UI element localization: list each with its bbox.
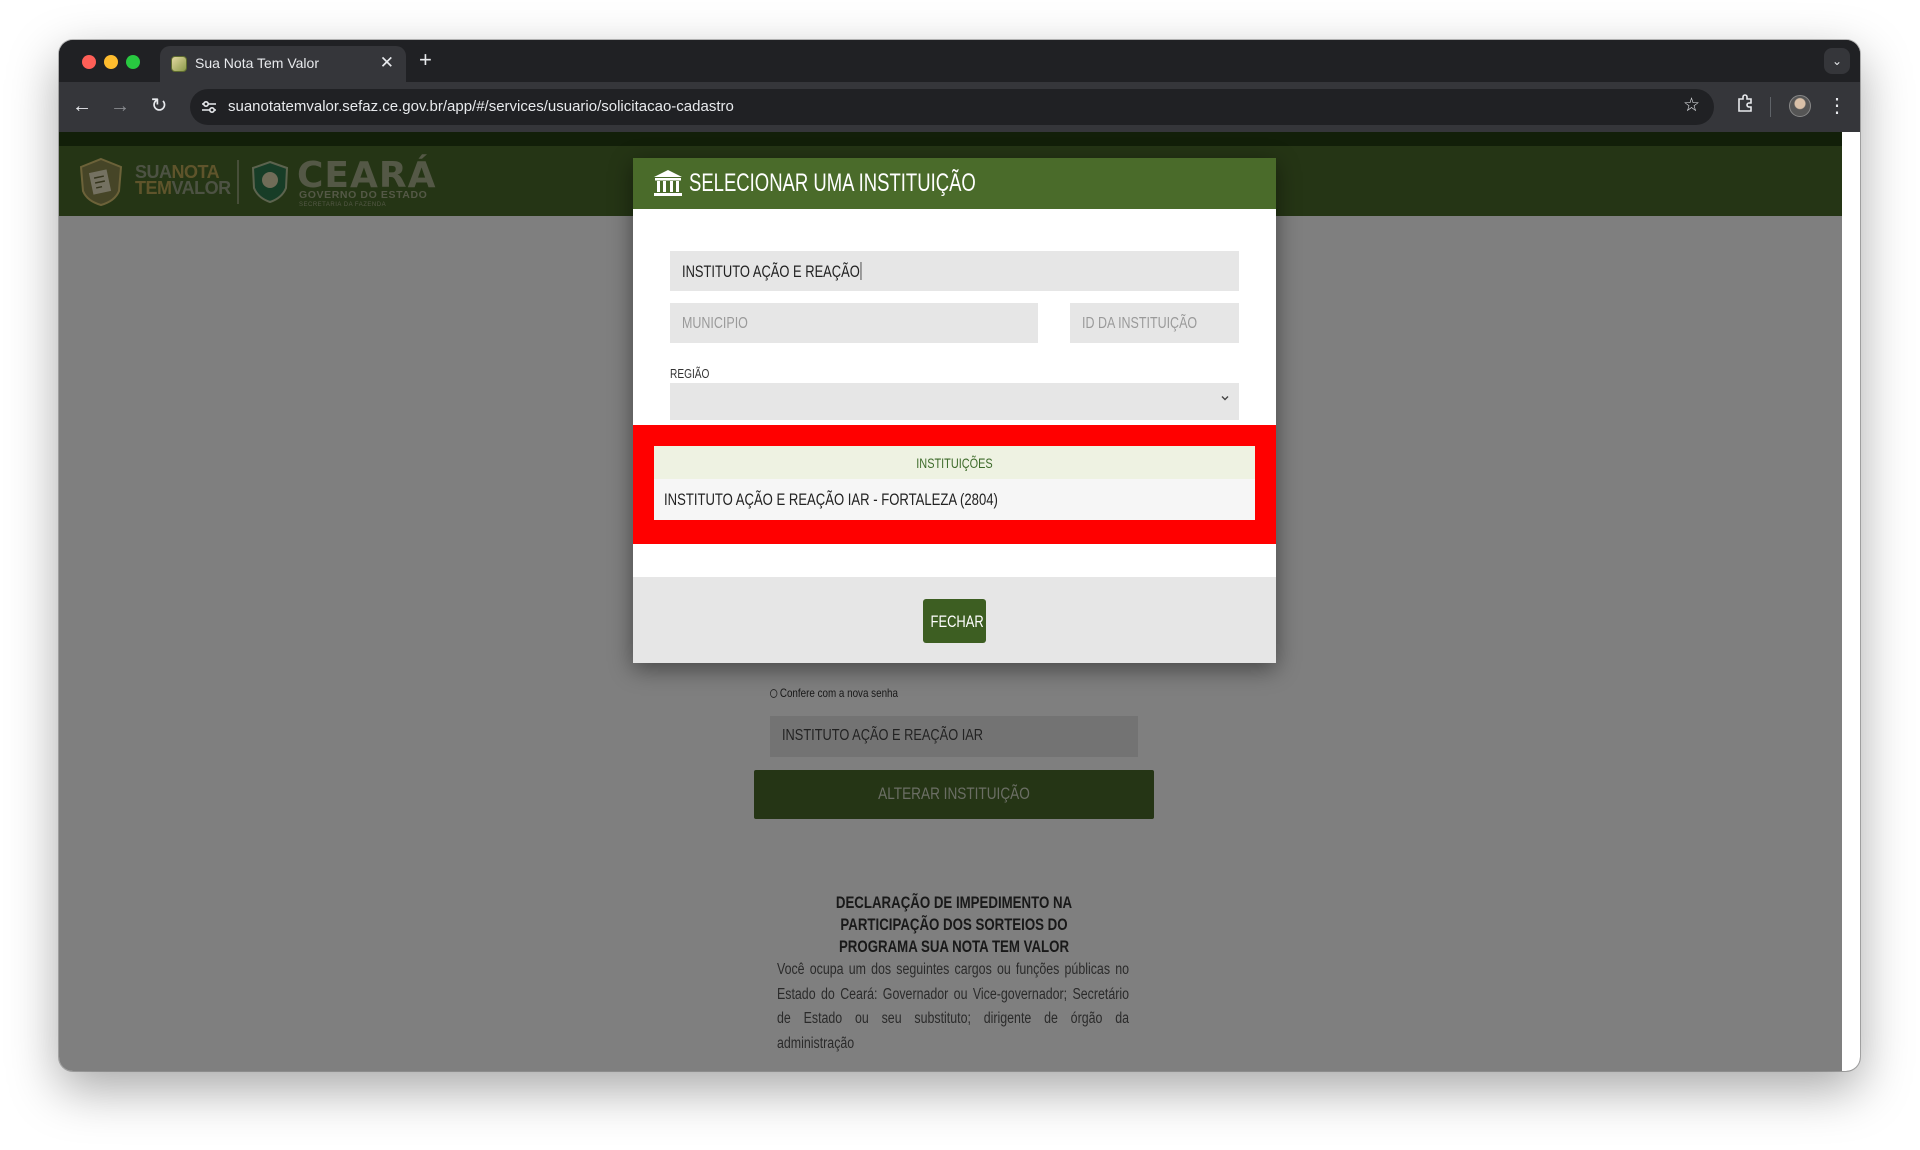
close-window-button[interactable]: [82, 55, 96, 69]
municipio-placeholder: MUNICIPIO: [682, 315, 748, 332]
new-tab-icon[interactable]: +: [419, 48, 432, 72]
tab-title: Sua Nota Tem Valor: [195, 55, 319, 71]
favicon-icon: [171, 56, 187, 72]
results-header-label: INSTITUIÇÕES: [916, 455, 993, 471]
browser-window: Sua Nota Tem Valor ✕ + ⌄ ← → ↻ suanotate…: [59, 40, 1860, 1071]
modal-footer: FECHAR: [633, 577, 1276, 663]
tab-search-icon[interactable]: ⌄: [1824, 48, 1850, 74]
institution-search-input[interactable]: INSTITUTO AÇÃO E REAÇÃO: [670, 251, 1239, 291]
site-settings-icon[interactable]: [200, 98, 218, 116]
regiao-select[interactable]: [670, 383, 1239, 420]
institution-search-value: INSTITUTO AÇÃO E REAÇÃO: [682, 262, 860, 281]
institution-building-icon: [654, 170, 682, 196]
text-cursor: [860, 262, 862, 280]
profile-avatar[interactable]: [1789, 95, 1811, 117]
chevron-down-icon: [1221, 396, 1229, 401]
institution-id-placeholder: ID DA INSTITUIÇÃO: [1082, 315, 1198, 332]
tab-strip: Sua Nota Tem Valor ✕ + ⌄: [59, 40, 1860, 82]
regiao-label: REGIÃO: [670, 366, 710, 381]
institution-id-input[interactable]: ID DA INSTITUIÇÃO: [1070, 303, 1239, 343]
page-viewport: SUANOTA TEMVALOR CEARÁ GOVERNO DO ESTADO…: [59, 132, 1842, 1071]
url-text[interactable]: suanotatemvalor.sefaz.ce.gov.br/app/#/se…: [228, 98, 734, 115]
close-tab-icon[interactable]: ✕: [380, 53, 394, 73]
reload-icon[interactable]: ↻: [146, 94, 172, 118]
results-header: INSTITUIÇÕES: [654, 446, 1255, 479]
municipio-input[interactable]: MUNICIPIO: [670, 303, 1038, 343]
browser-menu-icon[interactable]: ⋮: [1827, 94, 1847, 118]
toolbar-divider: [1770, 97, 1771, 117]
modal-title: SELECIONAR UMA INSTITUIÇÃO: [689, 169, 976, 197]
select-institution-modal: SELECIONAR UMA INSTITUIÇÃO INSTITUTO AÇÃ…: [633, 158, 1276, 663]
close-modal-label: FECHAR: [930, 612, 984, 631]
back-icon[interactable]: ←: [69, 94, 95, 118]
browser-tab[interactable]: Sua Nota Tem Valor ✕: [160, 46, 406, 82]
minimize-window-button[interactable]: [104, 55, 118, 69]
extensions-icon[interactable]: [1735, 92, 1757, 114]
bookmark-star-icon[interactable]: ☆: [1683, 94, 1700, 117]
institution-result-item[interactable]: INSTITUTO AÇÃO E REAÇÃO IAR - FORTALEZA …: [654, 479, 1255, 520]
close-modal-button[interactable]: FECHAR: [923, 599, 986, 643]
modal-header: SELECIONAR UMA INSTITUIÇÃO: [633, 158, 1276, 209]
institution-result-label: INSTITUTO AÇÃO E REAÇÃO IAR - FORTALEZA …: [664, 490, 998, 509]
results-highlight-box: INSTITUIÇÕES INSTITUTO AÇÃO E REAÇÃO IAR…: [633, 425, 1276, 544]
browser-toolbar: ← → ↻ suanotatemvalor.sefaz.ce.gov.br/ap…: [59, 82, 1860, 132]
institution-results-list: INSTITUIÇÕES INSTITUTO AÇÃO E REAÇÃO IAR…: [654, 446, 1255, 520]
forward-icon[interactable]: →: [107, 94, 133, 118]
address-bar[interactable]: suanotatemvalor.sefaz.ce.gov.br/app/#/se…: [190, 89, 1714, 125]
vertical-scrollbar[interactable]: [1842, 132, 1860, 1071]
maximize-window-button[interactable]: [126, 55, 140, 69]
